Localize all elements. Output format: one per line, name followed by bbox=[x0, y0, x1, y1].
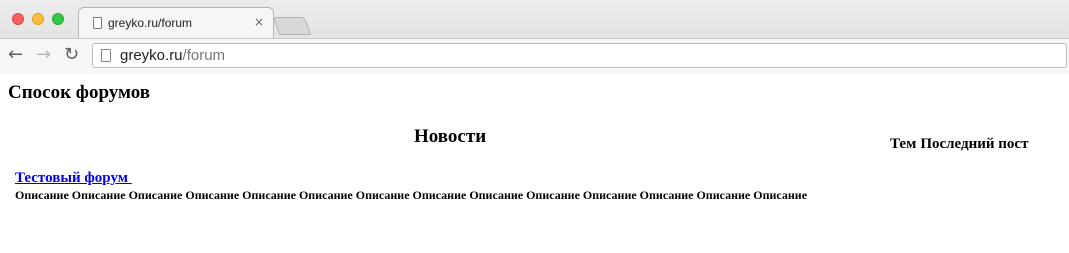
tab-title: greyko.ru/forum bbox=[108, 16, 193, 30]
tab-forum[interactable]: greyko.ru/forum × bbox=[78, 7, 274, 38]
column-header-last-post: Последний пост bbox=[920, 136, 1029, 152]
page-content: Спосок форумов Новости Тем Последний пост… bbox=[0, 74, 1069, 253]
forum-link[interactable]: Тестовый форум bbox=[15, 170, 132, 187]
url-host: greyko.ru bbox=[120, 47, 183, 64]
url-path: /forum bbox=[182, 47, 226, 64]
reload-icon[interactable]: ↻ bbox=[64, 44, 79, 66]
browser-chrome: greyko.ru/forum × ← → ↻ greyko.ru/forum bbox=[0, 0, 1069, 74]
back-arrow-icon[interactable]: ← bbox=[8, 44, 23, 66]
minimize-window-button[interactable] bbox=[32, 13, 44, 25]
column-headers: Тем Последний пост bbox=[890, 136, 1028, 153]
column-header-topics: Тем bbox=[890, 136, 917, 152]
address-bar[interactable]: greyko.ru/forum bbox=[92, 43, 1067, 68]
section-title: Новости bbox=[414, 126, 487, 147]
new-tab-button[interactable] bbox=[272, 17, 312, 35]
tab-close-icon[interactable]: × bbox=[254, 15, 264, 29]
page-icon bbox=[101, 49, 111, 62]
tab-strip: greyko.ru/forum × bbox=[0, 0, 1069, 38]
close-window-button[interactable] bbox=[12, 13, 24, 25]
forum-description: Описание Описание Описание Описание Опис… bbox=[15, 188, 808, 202]
page-icon bbox=[93, 17, 102, 29]
zoom-window-button[interactable] bbox=[52, 13, 64, 25]
address-url: greyko.ru/forum bbox=[120, 47, 225, 64]
page-title: Спосок форумов bbox=[8, 82, 150, 103]
browser-toolbar: ← → ↻ greyko.ru/forum bbox=[0, 38, 1069, 74]
forward-arrow-icon[interactable]: → bbox=[36, 44, 51, 66]
